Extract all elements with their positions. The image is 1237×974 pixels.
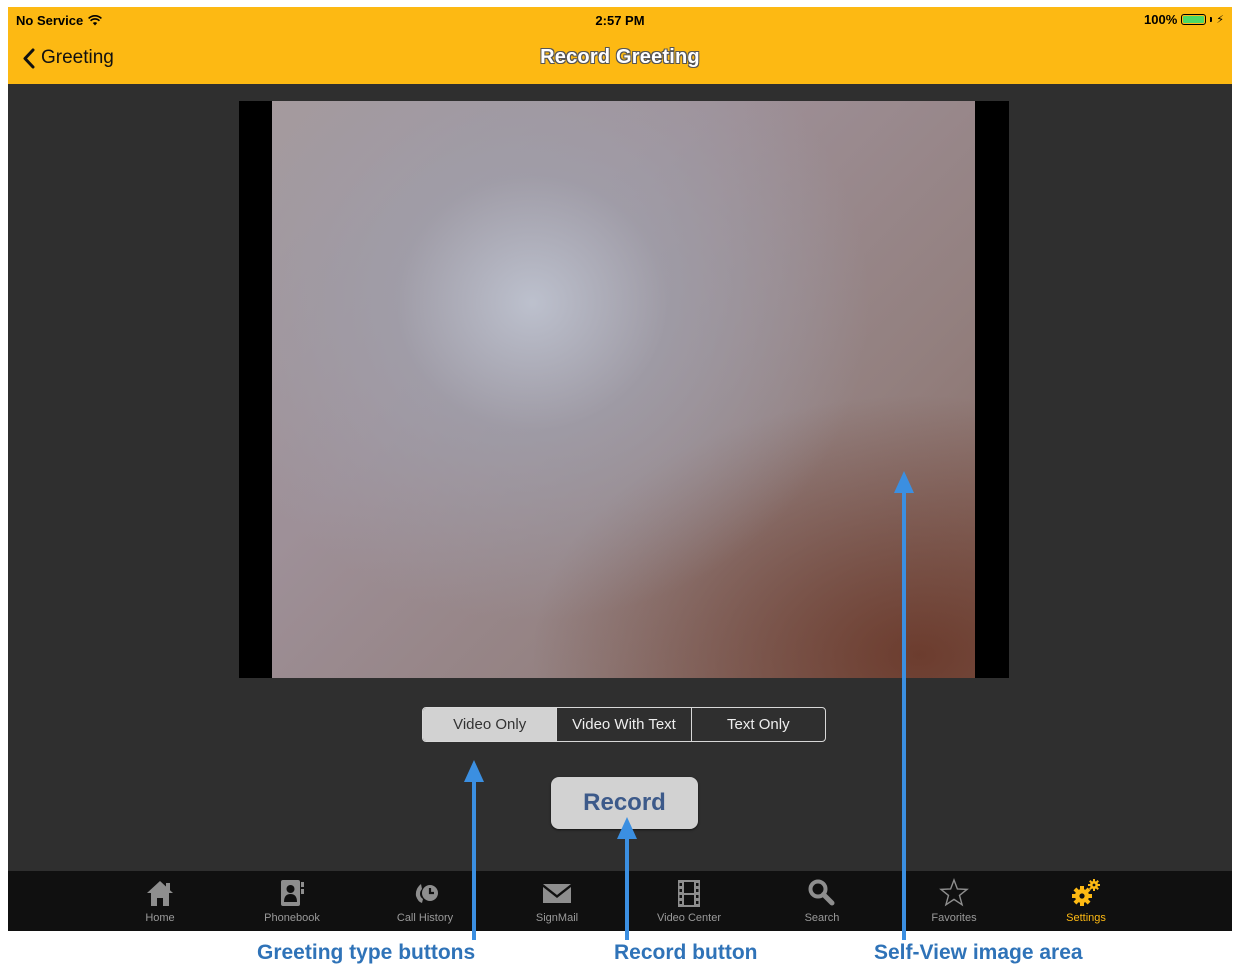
tab-phonebook[interactable]: Phonebook [242, 871, 342, 931]
self-view-callout: Self-View image area [874, 941, 1083, 964]
tab-home[interactable]: Home [110, 871, 210, 931]
record-button-arrow [617, 817, 637, 940]
tab-bar: Home Phonebook Call History SignMail Vid… [8, 871, 1232, 931]
tab-favorites[interactable]: Favorites [904, 871, 1004, 931]
back-button[interactable]: Greeting [22, 45, 114, 71]
tab-search[interactable]: Search [772, 871, 872, 931]
greeting-type-callout: Greeting type buttons [257, 941, 476, 964]
charging-icon: ⚡ [1216, 14, 1224, 26]
chevron-left-icon [23, 48, 35, 68]
home-icon [147, 881, 173, 906]
tab-video-center[interactable]: Video Center [639, 871, 739, 931]
tab-label: Settings [1066, 912, 1106, 924]
status-left: No Service [16, 13, 103, 28]
greeting-type-video-with-text[interactable]: Video With Text [556, 708, 690, 741]
device-screen: No Service 2:57 PM 100% ⚡ Greeting Recor… [8, 7, 1232, 931]
tab-label: Home [145, 912, 175, 924]
tab-signmail[interactable]: SignMail [507, 871, 607, 931]
tab-settings[interactable]: Settings [1036, 871, 1136, 931]
call-history-icon [415, 884, 438, 903]
camera-preview [272, 101, 975, 678]
tab-label: Phonebook [264, 912, 320, 924]
gears-icon [1072, 879, 1100, 906]
page-title: Record Greeting [540, 46, 700, 68]
tab-label: Favorites [931, 912, 977, 924]
tab-label: Video Center [656, 912, 721, 924]
top-bar: No Service 2:57 PM 100% ⚡ Greeting Recor… [8, 7, 1232, 84]
search-icon [808, 879, 835, 906]
record-button-callout: Record button [614, 941, 758, 964]
greeting-type-video-only[interactable]: Video Only [423, 708, 557, 741]
greeting-type-selector: Video Only Video With Text Text Only [422, 707, 826, 742]
self-view-area [239, 101, 1009, 678]
phonebook-icon [281, 880, 304, 906]
tab-call-history[interactable]: Call History [375, 871, 475, 931]
tab-label: Search [804, 912, 840, 924]
battery-percent: 100% [1144, 12, 1178, 27]
battery-tip [1210, 17, 1213, 22]
tab-label: Call History [396, 912, 454, 924]
greeting-type-text-only[interactable]: Text Only [690, 708, 825, 741]
back-button-label: Greeting [41, 47, 114, 68]
battery-icon [1181, 14, 1207, 25]
carrier-label: No Service [16, 13, 84, 28]
status-right: 100% ⚡ [1144, 12, 1224, 27]
film-icon [678, 880, 700, 907]
greeting-type-arrow [464, 760, 484, 940]
signmail-icon [543, 884, 571, 903]
self-view-arrow [894, 471, 914, 940]
wifi-icon [88, 15, 103, 26]
status-time: 2:57 PM [595, 13, 645, 28]
tab-label: SignMail [535, 912, 579, 924]
star-icon [939, 878, 969, 907]
